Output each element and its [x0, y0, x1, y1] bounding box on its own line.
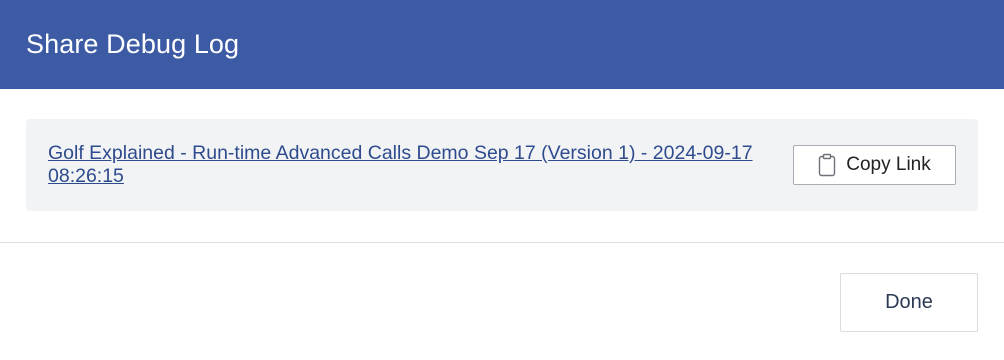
dialog-header: Share Debug Log	[0, 0, 1004, 89]
copy-link-label: Copy Link	[846, 154, 931, 175]
footer-divider	[0, 242, 1004, 243]
dialog-content: Golf Explained - Run-time Advanced Calls…	[0, 89, 1004, 211]
debug-log-link[interactable]: Golf Explained - Run-time Advanced Calls…	[48, 142, 783, 188]
clipboard-icon	[818, 153, 836, 177]
copy-link-button[interactable]: Copy Link	[793, 145, 956, 185]
share-debug-log-dialog: Share Debug Log Golf Explained - Run-tim…	[0, 0, 1004, 360]
done-button[interactable]: Done	[840, 273, 978, 332]
debug-log-link-panel: Golf Explained - Run-time Advanced Calls…	[26, 119, 978, 211]
dialog-title: Share Debug Log	[26, 29, 240, 59]
